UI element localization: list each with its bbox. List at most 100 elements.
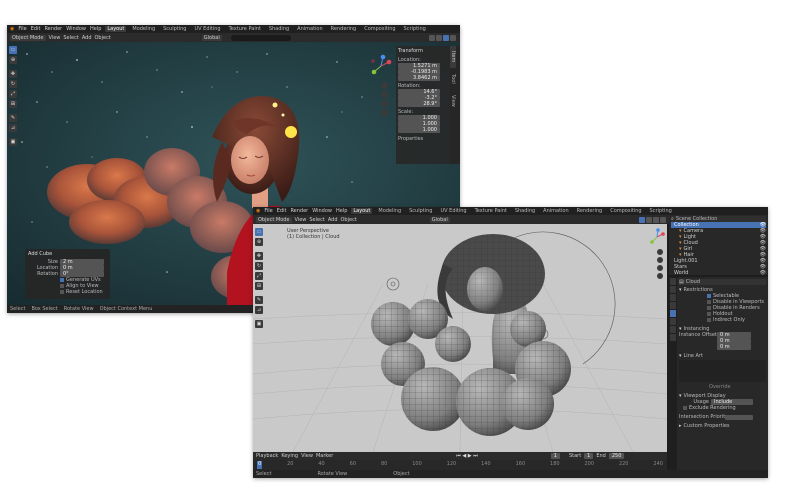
rotate-tool-icon[interactable]: ↻	[9, 80, 17, 88]
cursor-tool-icon[interactable]: ⊕	[9, 56, 17, 64]
menu-object[interactable]: Object	[95, 35, 111, 41]
modifier-tab-icon[interactable]	[670, 326, 676, 333]
rotation-z-field[interactable]: 28.9°	[398, 101, 440, 107]
checkbox-icon[interactable]	[707, 300, 711, 304]
grid-icon[interactable]	[657, 273, 663, 279]
navigation-gizmo[interactable]	[369, 54, 393, 78]
tab-layout[interactable]: Layout	[105, 26, 127, 32]
add-cube-tool-icon[interactable]: ▣	[255, 320, 263, 328]
annotate-tool-icon[interactable]: ✎	[9, 114, 17, 122]
timeline-ruler[interactable]: 0 20 40 60 80 100 120 140 160 180 200 22…	[257, 461, 663, 469]
object-tab-icon[interactable]	[670, 318, 676, 325]
tab-animation-2[interactable]: Animation	[541, 208, 571, 214]
camera-icon[interactable]	[381, 100, 388, 107]
section-custom-properties[interactable]: Custom Properties	[684, 423, 730, 429]
output-tab-icon[interactable]	[670, 294, 676, 301]
playback-controls[interactable]: ⏮ ◀ ▶ ⏭	[456, 453, 477, 459]
menu-window[interactable]: Window	[66, 26, 86, 32]
move-tool-icon[interactable]: ✥	[9, 70, 17, 78]
select-box-tool-icon[interactable]: ▭	[9, 46, 17, 54]
shading-buttons-2[interactable]	[639, 216, 666, 223]
camera-icon[interactable]	[657, 265, 663, 271]
tab-view[interactable]: View	[450, 90, 456, 112]
tab-shading[interactable]: Shading	[267, 26, 291, 32]
menu-file-2[interactable]: File	[264, 208, 272, 214]
menu-add-2[interactable]: Add	[328, 217, 338, 223]
navigation-gizmo-2[interactable]	[648, 228, 666, 246]
tab-scripting[interactable]: Scripting	[402, 26, 428, 32]
cursor-tool-icon[interactable]: ⊕	[255, 238, 263, 246]
search-field[interactable]	[230, 34, 291, 41]
hand-icon[interactable]	[657, 257, 663, 263]
checkbox-icon[interactable]	[707, 306, 711, 310]
end-frame-field[interactable]: 250	[608, 453, 625, 459]
scale-tool-icon[interactable]: ⤢	[255, 272, 263, 280]
tab-sculpting-2[interactable]: Sculpting	[407, 208, 434, 214]
transform-orientation-dropdown[interactable]: Global	[201, 34, 222, 41]
tab-animation[interactable]: Animation	[295, 26, 325, 32]
transform-tool-icon[interactable]: ⊞	[255, 282, 263, 290]
checkbox-icon[interactable]	[60, 278, 64, 282]
menu-add[interactable]: Add	[82, 35, 92, 41]
menu-view[interactable]: View	[49, 35, 61, 41]
tab-texture-paint-2[interactable]: Texture Paint	[473, 208, 509, 214]
section-restrictions[interactable]: Restrictions	[684, 287, 713, 293]
properties-subpanel[interactable]: Properties	[398, 136, 448, 142]
current-frame-field[interactable]: 1	[550, 453, 560, 459]
transform-orientation-dropdown-2[interactable]: Global	[429, 216, 450, 223]
menu-help[interactable]: Help	[90, 26, 101, 32]
shading-buttons[interactable]	[429, 34, 456, 41]
grid-icon[interactable]	[381, 109, 388, 116]
mode-dropdown-2[interactable]: Object Mode	[256, 216, 292, 223]
timeline-keying[interactable]: Keying	[281, 453, 298, 459]
menu-edit-2[interactable]: Edit	[277, 208, 287, 214]
menu-edit[interactable]: Edit	[31, 26, 41, 32]
collection-tab-icon[interactable]	[670, 310, 676, 317]
lineart-list[interactable]	[679, 360, 766, 382]
hand-icon[interactable]	[381, 91, 388, 98]
zoom-icon[interactable]	[657, 249, 663, 255]
transform-tool-icon[interactable]: ⊞	[9, 100, 17, 108]
scale-z-field[interactable]: 1.000	[398, 127, 440, 133]
checkbox-icon[interactable]	[60, 290, 64, 294]
scene-tab-icon[interactable]	[670, 302, 676, 309]
tab-modeling-2[interactable]: Modeling	[376, 208, 403, 214]
timeline-marker[interactable]: Marker	[316, 453, 333, 459]
measure-tool-icon[interactable]: ⊿	[9, 124, 17, 132]
tab-sculpting[interactable]: Sculpting	[161, 26, 188, 32]
menu-render[interactable]: Render	[44, 26, 62, 32]
blender-logo-icon[interactable]: ◉	[256, 208, 260, 214]
intersection-field[interactable]	[725, 414, 753, 420]
menu-file[interactable]: File	[18, 26, 26, 32]
timeline-view[interactable]: View	[301, 453, 313, 459]
solid-viewport[interactable]: User Perspective (1) Collection | Cloud …	[253, 224, 667, 452]
tab-tool[interactable]: Tool	[450, 68, 456, 90]
tab-compositing-2[interactable]: Compositing	[608, 208, 643, 214]
menu-object-2[interactable]: Object	[341, 217, 357, 223]
checkbox-icon[interactable]	[683, 406, 687, 410]
tab-scripting-2[interactable]: Scripting	[648, 208, 674, 214]
menu-window-2[interactable]: Window	[312, 208, 332, 214]
object-name-field[interactable]: Cloud	[686, 279, 700, 285]
menu-select-2[interactable]: Select	[309, 217, 324, 223]
location-z-field[interactable]: 3.8462 m	[398, 75, 440, 81]
outliner-item-world[interactable]: World 👁	[671, 270, 766, 276]
tab-layout-2[interactable]: Layout	[351, 208, 373, 214]
offset-z-field[interactable]: 0 m	[717, 344, 751, 350]
add-cube-tool-icon[interactable]: ▣	[9, 138, 17, 146]
checkbox-icon[interactable]	[707, 312, 711, 316]
scale-tool-icon[interactable]: ⤢	[9, 90, 17, 98]
menu-view-2[interactable]: View	[295, 217, 307, 223]
tab-rendering-2[interactable]: Rendering	[575, 208, 605, 214]
tool-tab-icon[interactable]	[670, 278, 676, 285]
rotate-tool-icon[interactable]: ↻	[255, 262, 263, 270]
checkbox-icon[interactable]	[60, 284, 64, 288]
checkbox-icon[interactable]	[707, 294, 711, 298]
zoom-icon[interactable]	[381, 82, 388, 89]
checkbox-icon[interactable]	[707, 318, 711, 322]
measure-tool-icon[interactable]: ⊿	[255, 306, 263, 314]
tab-rendering[interactable]: Rendering	[329, 26, 359, 32]
menu-render-2[interactable]: Render	[290, 208, 308, 214]
timeline-playback[interactable]: Playback	[256, 453, 278, 459]
tab-uv-editing[interactable]: UV Editing	[192, 26, 222, 32]
